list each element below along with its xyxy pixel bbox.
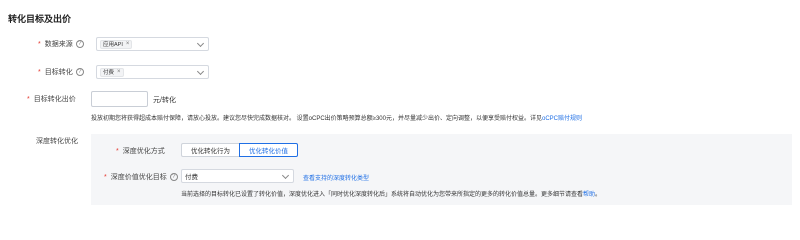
option-optimize-value[interactable]: 优化转化价值 [239, 143, 298, 157]
deep-optimization-label: 深度转化优化 [36, 138, 78, 145]
required-mark: * [38, 68, 41, 76]
help-icon[interactable]: ? [75, 68, 84, 76]
target-bid-label: 目标转化出价 [33, 96, 76, 103]
help-icon[interactable]: ? [169, 173, 178, 181]
bid-input[interactable] [91, 91, 148, 107]
tag-label: 付费 [103, 70, 115, 76]
deep-target-value: 付费 [185, 174, 198, 181]
required-mark: * [104, 173, 107, 181]
deep-note: 当前选择的目标转化已设置了转化价值，深度优化进入「同时优化深度转化后」系统将自动… [181, 192, 602, 198]
target-bid-row: * 目标转化出价 [27, 94, 76, 104]
deep-target-row: * 深度价值优化目标 ? [104, 172, 178, 182]
selected-tag: 应用API × [100, 39, 133, 49]
required-mark: * [116, 147, 119, 155]
target-conversion-row: * 目标转化 ? [38, 67, 84, 77]
tag-remove-icon[interactable]: × [126, 41, 130, 47]
chevron-down-icon [281, 171, 290, 180]
supported-types-link[interactable]: 查看支持的深度转化类型 [303, 173, 369, 182]
data-source-select[interactable]: 应用API × [96, 37, 209, 51]
data-source-label: 数据来源 [44, 41, 73, 48]
data-source-row: * 数据来源 ? [38, 39, 84, 49]
help-link[interactable]: 帮助 [583, 192, 595, 198]
tag-remove-icon[interactable]: × [117, 69, 121, 75]
section-title: 转化目标及出价 [8, 14, 72, 24]
target-conversion-label: 目标转化 [44, 69, 73, 76]
chevron-down-icon [196, 39, 205, 48]
selected-tag: 付费 × [100, 67, 124, 77]
required-mark: * [27, 95, 30, 103]
deep-target-select[interactable]: 付费 [181, 169, 294, 183]
option-optimize-behavior[interactable]: 优化转化行为 [181, 143, 239, 157]
deep-mode-segmented: 优化转化行为 优化转化价值 [181, 143, 298, 157]
help-icon[interactable]: ? [75, 40, 84, 48]
deep-mode-row: * 深度优化方式 [116, 146, 165, 156]
required-mark: * [38, 40, 41, 48]
chevron-down-icon [196, 67, 205, 76]
ocpc-rules-link[interactable]: oCPC赔付规则 [542, 116, 582, 122]
bid-note: 投放初期您将获得超成本赔付保障，请放心投放。建议您尽快完成数据核对。 设置oCP… [91, 116, 582, 122]
tag-label: 应用API [103, 42, 123, 48]
deep-mode-label: 深度优化方式 [122, 148, 165, 155]
deep-target-label: 深度价值优化目标 [110, 174, 167, 181]
bid-unit: 元/转化 [153, 97, 176, 104]
target-conversion-select[interactable]: 付费 × [96, 65, 209, 79]
